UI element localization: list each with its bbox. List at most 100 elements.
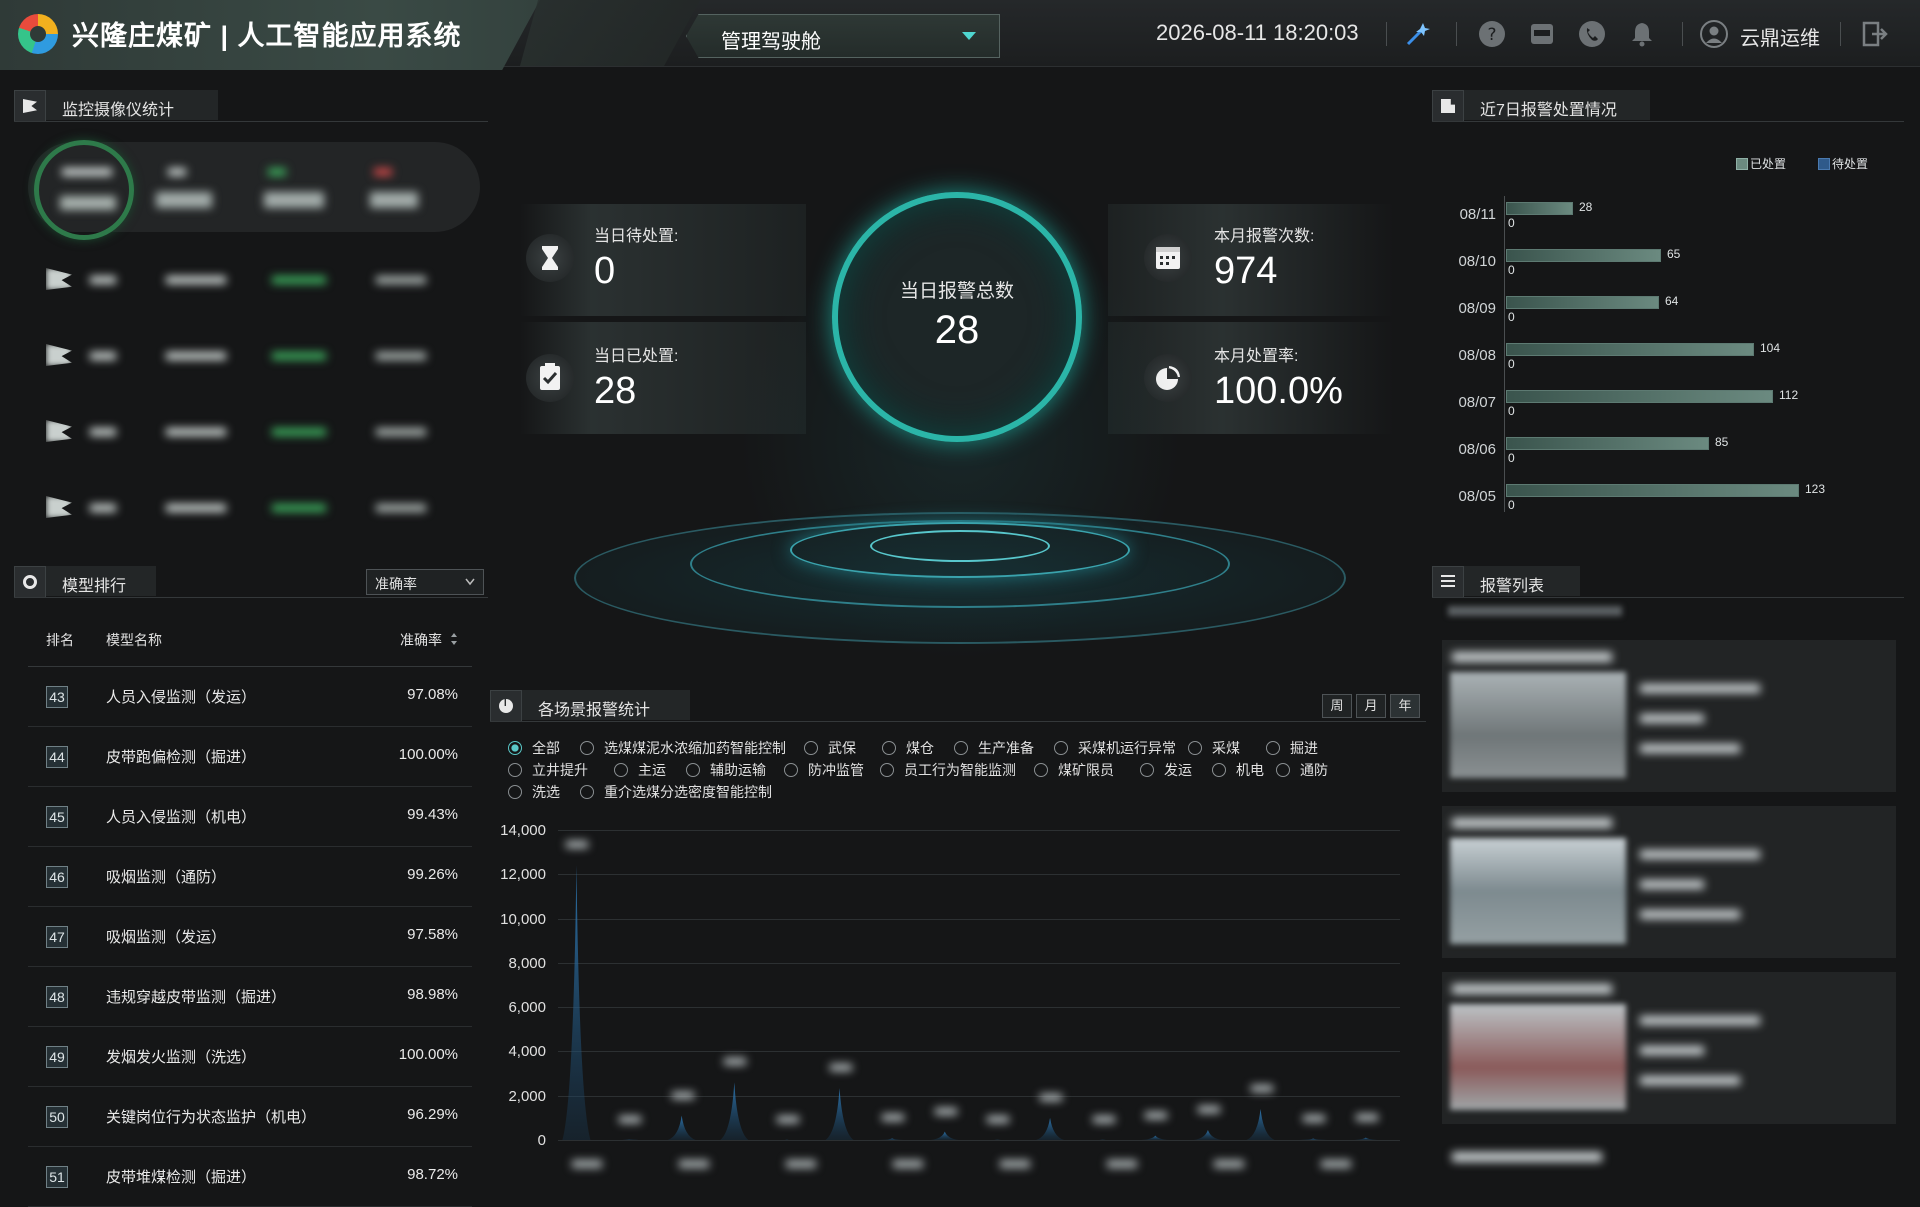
scene-peak[interactable]	[720, 1082, 748, 1140]
table-row[interactable]: 45人员入侵监测（机电）99.43%	[28, 788, 472, 847]
scene-filter-option[interactable]: 采煤	[1188, 738, 1240, 758]
scene-filter-option[interactable]: 立井提升	[508, 760, 588, 780]
radio-button[interactable]	[1266, 741, 1280, 755]
sort-select[interactable]: 准确率	[366, 569, 484, 595]
table-row[interactable]: 51皮带堆煤检测（掘进）98.72%	[28, 1148, 472, 1207]
scene-filter-option[interactable]: 主运	[614, 760, 666, 780]
period-month-button[interactable]: 月	[1356, 694, 1386, 718]
scene-peak[interactable]	[878, 1138, 906, 1140]
scene-peak[interactable]	[1247, 1109, 1275, 1140]
scene-filter-option[interactable]: 选煤煤泥水浓缩加药智能控制	[580, 738, 786, 758]
radio-button[interactable]	[508, 763, 522, 777]
scene-filter-label: 辅助运输	[710, 762, 766, 778]
scene-peak[interactable]	[562, 865, 590, 1140]
radio-button[interactable]	[508, 741, 522, 755]
radio-button[interactable]	[1276, 763, 1290, 777]
radio-button[interactable]	[1188, 741, 1202, 755]
logout-icon[interactable]	[1860, 20, 1888, 48]
panel-underline	[1432, 121, 1904, 122]
y-tick-label: 6,000	[490, 999, 546, 1016]
table-row[interactable]: 49发烟发火监测（洗选）100.00%	[28, 1028, 472, 1087]
radio-button[interactable]	[614, 763, 628, 777]
scene-filter-label: 主运	[638, 762, 666, 778]
radio-button[interactable]	[804, 741, 818, 755]
blurred-x-label	[572, 1160, 602, 1168]
scene-peak[interactable]	[668, 1116, 696, 1140]
table-row[interactable]: 48违规穿越皮带监测（掘进）98.98%	[28, 968, 472, 1027]
table-row[interactable]: 50关键岗位行为状态监护（机电）96.29%	[28, 1088, 472, 1147]
app-icon[interactable]	[1528, 20, 1556, 48]
scene-filter-option[interactable]: 防冲监管	[784, 760, 864, 780]
scene-peak[interactable]	[826, 1088, 854, 1140]
blurred-x-label	[679, 1160, 709, 1168]
table-row[interactable]: 43人员入侵监测（发运）97.08%	[28, 668, 472, 727]
magic-wand-icon[interactable]	[1404, 20, 1432, 48]
cockpit-select[interactable]: 管理驾驶舱	[686, 14, 1000, 58]
scene-filter-option[interactable]: 机电	[1212, 760, 1264, 780]
col-accuracy[interactable]: 准确率	[400, 630, 442, 650]
radio-button[interactable]	[1140, 763, 1154, 777]
bell-icon[interactable]	[1628, 20, 1656, 48]
scene-filter-option[interactable]: 发运	[1140, 760, 1192, 780]
table-row[interactable]: 44皮带跑偏检测（掘进）100.00%	[28, 728, 472, 787]
help-icon[interactable]: ?	[1478, 20, 1506, 48]
scene-filter-option[interactable]: 煤矿限员	[1034, 760, 1114, 780]
radio-button[interactable]	[784, 763, 798, 777]
camera-row[interactable]	[28, 402, 480, 462]
chevron-down-icon[interactable]	[962, 32, 976, 40]
bar-handled[interactable]	[1506, 249, 1661, 262]
phone-icon[interactable]	[1578, 20, 1606, 48]
camera-row[interactable]	[28, 250, 480, 310]
alarm-card[interactable]	[1442, 806, 1896, 958]
radio-button[interactable]	[1054, 741, 1068, 755]
radio-button[interactable]	[1034, 763, 1048, 777]
scene-filter-option[interactable]: 煤仓	[882, 738, 934, 758]
scene-filter-option[interactable]: 全部	[508, 738, 560, 758]
current-datetime: 2026-08-11 18:20:03	[1156, 20, 1359, 46]
bar-handled[interactable]	[1506, 437, 1709, 450]
scene-filter-option[interactable]: 辅助运输	[686, 760, 766, 780]
alarm-card[interactable]	[1442, 640, 1896, 792]
scene-filter-option[interactable]: 采煤机运行异常	[1054, 738, 1176, 758]
scene-peak[interactable]	[931, 1132, 959, 1140]
radio-button[interactable]	[686, 763, 700, 777]
scene-filter-option[interactable]: 员工行为智能监测	[880, 760, 1016, 780]
sort-icon[interactable]	[450, 632, 458, 646]
bar-handled[interactable]	[1506, 202, 1573, 215]
scene-filter-option[interactable]: 武保	[804, 738, 856, 758]
scene-peak[interactable]	[1141, 1136, 1169, 1140]
scene-filter-option[interactable]: 通防	[1276, 760, 1328, 780]
radio-button[interactable]	[1212, 763, 1226, 777]
col-rank: 排名	[46, 630, 74, 650]
user-name[interactable]: 云鼎运维	[1740, 22, 1820, 51]
alarm-snapshot[interactable]	[1450, 838, 1626, 944]
bar-handled[interactable]	[1506, 390, 1773, 403]
scene-filter-option[interactable]: 重介选煤分选密度智能控制	[580, 782, 772, 802]
scene-peak[interactable]	[1194, 1130, 1222, 1140]
bar-handled[interactable]	[1506, 484, 1799, 497]
scene-peak[interactable]	[1036, 1118, 1064, 1140]
scene-peak[interactable]	[1299, 1139, 1327, 1140]
radio-button[interactable]	[882, 741, 896, 755]
camera-row[interactable]	[28, 478, 480, 538]
alarm-snapshot[interactable]	[1450, 1004, 1626, 1110]
table-row[interactable]: 46吸烟监测（通防）99.26%	[28, 848, 472, 907]
user-icon[interactable]	[1700, 20, 1728, 48]
radio-button[interactable]	[954, 741, 968, 755]
radio-button[interactable]	[880, 763, 894, 777]
period-year-button[interactable]: 年	[1390, 694, 1420, 718]
bar-handled[interactable]	[1506, 296, 1659, 309]
scene-filter-option[interactable]: 生产准备	[954, 738, 1034, 758]
scene-filter-option[interactable]: 洗选	[508, 782, 560, 802]
radio-button[interactable]	[508, 785, 522, 799]
scene-peak[interactable]	[1352, 1138, 1380, 1140]
alarm-snapshot[interactable]	[1450, 672, 1626, 778]
scene-filter-option[interactable]: 掘进	[1266, 738, 1318, 758]
radio-button[interactable]	[580, 741, 594, 755]
alarm-card[interactable]	[1442, 972, 1896, 1124]
bar-handled[interactable]	[1506, 343, 1754, 356]
period-week-button[interactable]: 周	[1322, 694, 1352, 718]
radio-button[interactable]	[580, 785, 594, 799]
table-row[interactable]: 47吸烟监测（发运）97.58%	[28, 908, 472, 967]
camera-row[interactable]	[28, 326, 480, 386]
